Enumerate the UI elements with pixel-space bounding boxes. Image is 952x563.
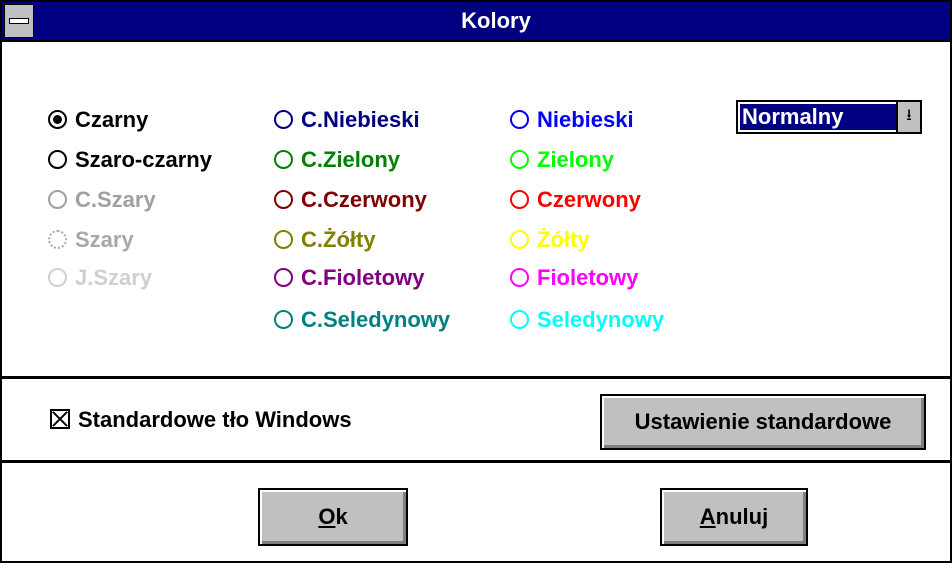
radio-label: Szary xyxy=(75,227,134,252)
mode-dropdown[interactable]: Normalny ⭳ xyxy=(736,100,922,134)
radio-icon xyxy=(274,309,293,329)
checkbox-checked-icon xyxy=(50,409,70,430)
cancel-mnemonic: A xyxy=(699,504,716,529)
radio-icon xyxy=(48,189,67,209)
radio-label: Seledynowy xyxy=(537,307,665,332)
radio-icon xyxy=(510,109,529,129)
radio-label: C.Czerwony xyxy=(301,187,427,212)
ok-label: k xyxy=(335,504,348,529)
defaults-button[interactable]: Ustawienie standardowe xyxy=(600,394,926,450)
radio-icon xyxy=(510,229,529,249)
cancel-label: nuluj xyxy=(715,504,769,529)
radio-icon xyxy=(510,267,529,287)
radio-c-zielony[interactable]: C.Zielony xyxy=(274,144,400,176)
radio-label: Czarny xyxy=(75,107,149,132)
ok-mnemonic: O xyxy=(318,504,336,529)
checkbox-label: Standardowe tło Windows xyxy=(78,407,352,432)
radio-label: Szaro-czarny xyxy=(75,147,212,172)
radio-zolty[interactable]: Żółty xyxy=(510,224,590,256)
radio-label: C.Zielony xyxy=(301,147,401,172)
mode-dropdown-value: Normalny xyxy=(740,104,896,130)
radio-szaro-czarny[interactable]: Szaro-czarny xyxy=(48,144,212,176)
window-title: Kolory xyxy=(461,8,531,33)
cancel-button[interactable]: Anuluj xyxy=(660,488,808,546)
radio-czarny[interactable]: Czarny xyxy=(48,104,148,136)
radio-label: C.Seledynowy xyxy=(301,307,451,332)
radio-selected-icon xyxy=(48,109,67,129)
radio-icon xyxy=(274,267,293,287)
radio-icon xyxy=(48,149,67,169)
radio-j-szary[interactable]: J.Szary xyxy=(48,262,152,294)
radio-icon xyxy=(510,149,529,169)
radio-label: J.Szary xyxy=(75,265,153,290)
radio-c-seledynowy[interactable]: C.Seledynowy xyxy=(274,304,450,336)
radio-label: Fioletowy xyxy=(537,265,639,290)
radio-icon xyxy=(274,109,293,129)
radio-icon xyxy=(274,229,293,249)
separator xyxy=(2,460,950,463)
radio-icon xyxy=(274,189,293,209)
radio-czerwony[interactable]: Czerwony xyxy=(510,184,641,216)
radio-zielony[interactable]: Zielony xyxy=(510,144,614,176)
radio-fioletowy[interactable]: Fioletowy xyxy=(510,262,638,294)
standard-background-checkbox[interactable]: Standardowe tło Windows xyxy=(50,402,352,438)
radio-label: C.Szary xyxy=(75,187,156,212)
radio-label: Zielony xyxy=(537,147,615,172)
radio-c-niebieski[interactable]: C.Niebieski xyxy=(274,104,420,136)
radio-seledynowy[interactable]: Seledynowy xyxy=(510,304,664,336)
radio-icon xyxy=(510,189,529,209)
radio-szary[interactable]: Szary xyxy=(48,224,134,256)
system-menu-button[interactable] xyxy=(4,4,34,38)
radio-icon xyxy=(48,267,67,287)
radio-c-fioletowy[interactable]: C.Fioletowy xyxy=(274,262,424,294)
radio-c-szary[interactable]: C.Szary xyxy=(48,184,156,216)
down-arrow-icon[interactable]: ⭳ xyxy=(896,102,920,132)
radio-icon xyxy=(274,149,293,169)
radio-c-czerwony[interactable]: C.Czerwony xyxy=(274,184,427,216)
radio-icon xyxy=(48,229,67,249)
ok-button[interactable]: Ok xyxy=(258,488,408,546)
radio-label: C.Niebieski xyxy=(301,107,420,132)
radio-icon xyxy=(510,309,529,329)
radio-c-zolty[interactable]: C.Żółty xyxy=(274,224,376,256)
radio-label: C.Fioletowy xyxy=(301,265,425,290)
radio-label: Niebieski xyxy=(537,107,634,132)
radio-niebieski[interactable]: Niebieski xyxy=(510,104,634,136)
radio-label: Czerwony xyxy=(537,187,641,212)
colors-dialog: Kolory Czarny Szaro-czarny C.Szary Szary… xyxy=(0,0,952,563)
separator xyxy=(2,376,950,379)
radio-label: C.Żółty xyxy=(301,227,376,252)
title-bar: Kolory xyxy=(2,2,950,42)
system-menu-icon xyxy=(9,18,29,24)
radio-label: Żółty xyxy=(537,227,590,252)
